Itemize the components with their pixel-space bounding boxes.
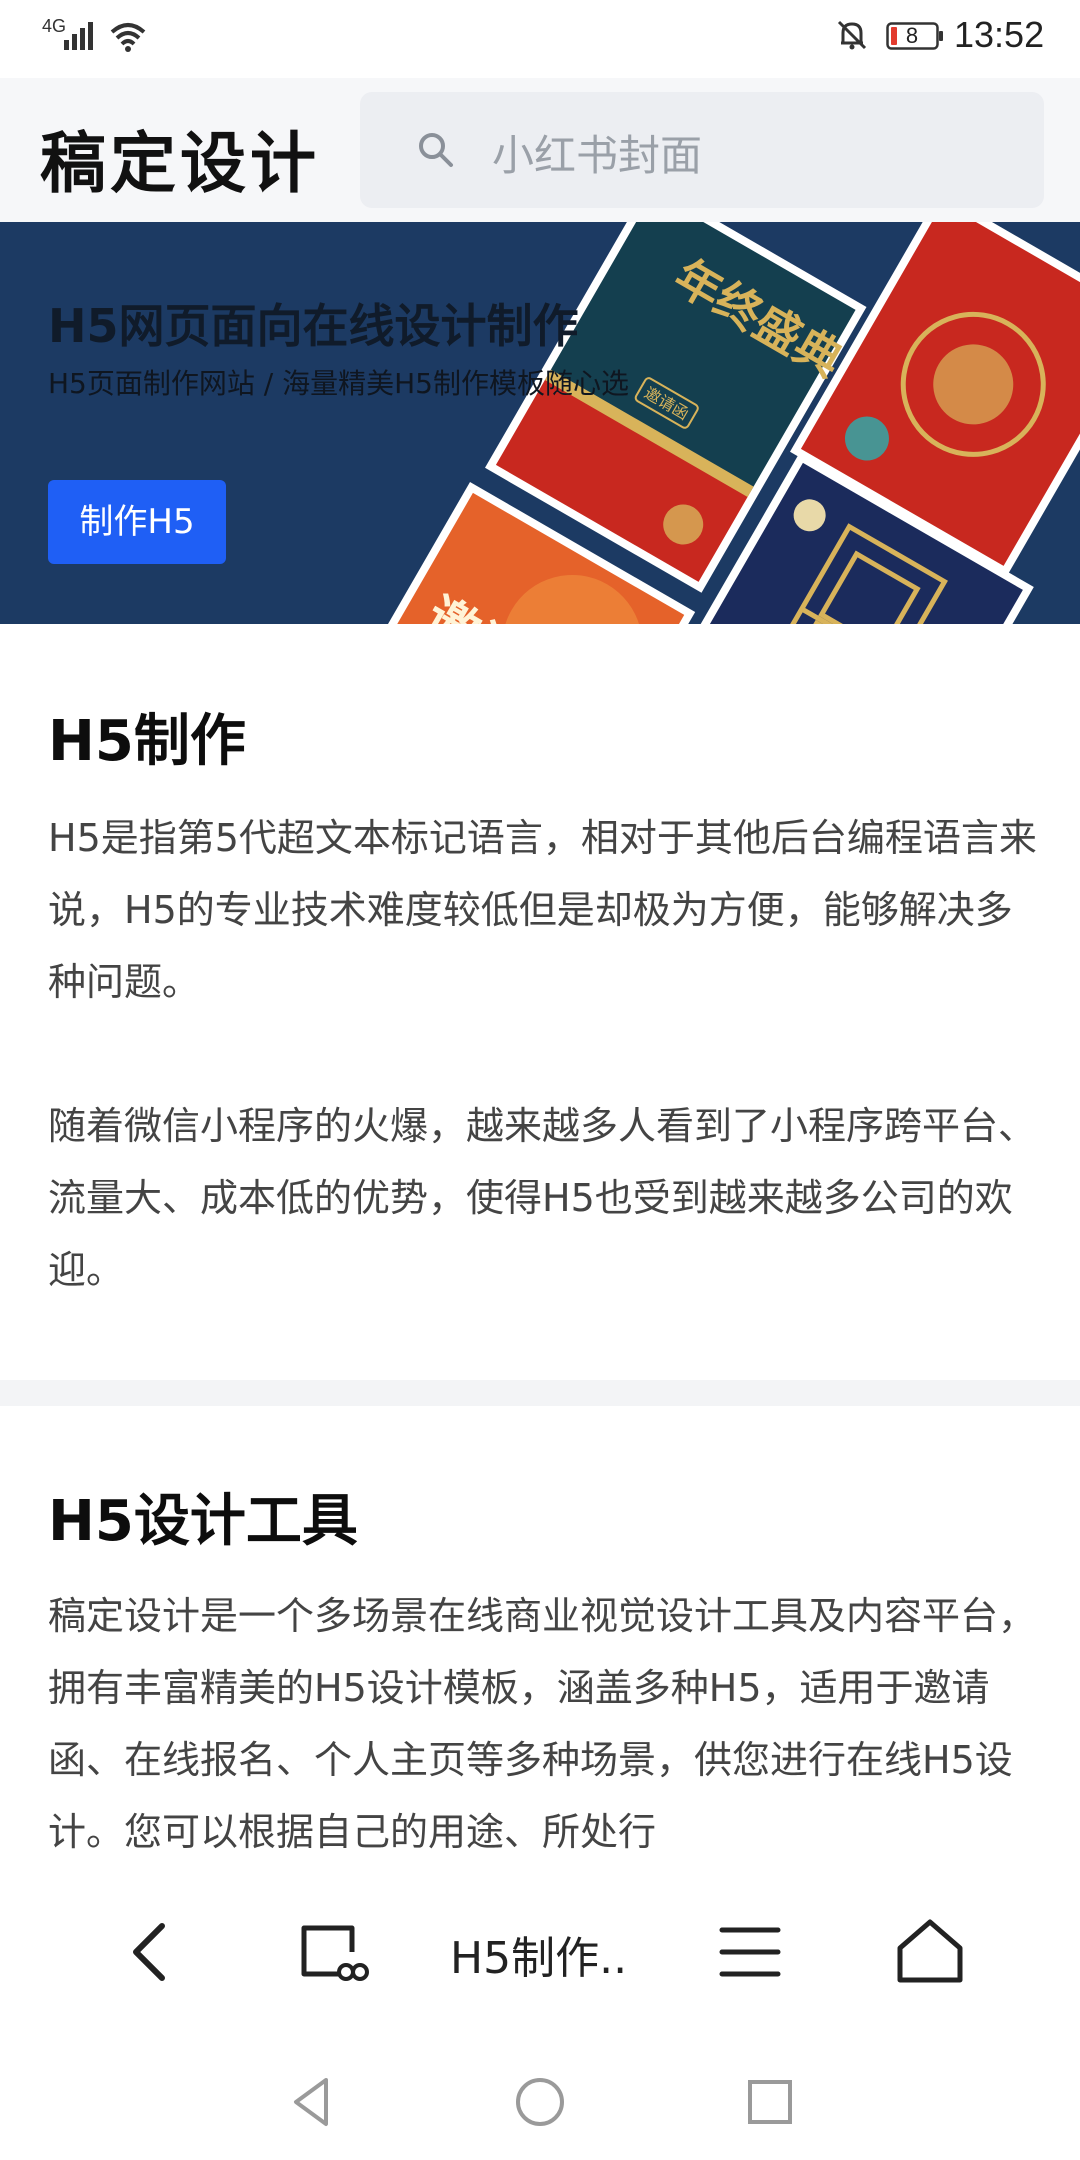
banner-title: H5网页面向在线设计制作 — [48, 299, 579, 353]
wifi-icon — [110, 23, 146, 52]
section2-paragraph-1: 稿定设计是一个多场景在线商业视觉设计工具及内容平台，拥有丰富精美的H5设计模板，… — [48, 1594, 1037, 1854]
status-time: 13:52 — [954, 14, 1045, 55]
section1-paragraph-1: H5是指第5代超文本标记语言，相对于其他后台编程语言来说，H5的专业技术难度较低… — [48, 816, 1037, 1004]
banner-subtitle: H5页面制作网站 / 海量精美H5制作模板随心选 — [48, 367, 629, 400]
battery-level: 8 — [905, 23, 919, 48]
section-title-h5-make: H5制作 — [48, 709, 246, 774]
search-icon — [419, 133, 453, 167]
back-icon[interactable] — [112, 1912, 192, 1992]
nav-back-icon[interactable] — [284, 2074, 340, 2130]
section-title-h5-tools: H5设计工具 — [48, 1489, 358, 1554]
tabs-icon[interactable] — [294, 1912, 374, 1992]
section1-paragraph-2: 随着微信小程序的火爆，越来越多人看到了小程序跨平台、流量大、成本低的优势，使得H… — [48, 1104, 1037, 1292]
nav-recents-icon[interactable] — [742, 2074, 798, 2130]
current-page-title[interactable]: H5制作.. — [450, 1922, 627, 1986]
nav-home-icon[interactable] — [512, 2074, 568, 2130]
signal-icon — [64, 22, 93, 50]
brand-logo[interactable]: 稿定设计 — [40, 110, 320, 206]
bell-muted-icon — [837, 20, 867, 50]
section-divider — [0, 1380, 1080, 1406]
home-icon[interactable] — [890, 1912, 970, 1992]
make-h5-button[interactable]: 制作H5 — [48, 480, 226, 564]
menu-icon[interactable] — [710, 1912, 790, 1992]
search-placeholder[interactable]: 小红书封面 — [492, 122, 702, 183]
